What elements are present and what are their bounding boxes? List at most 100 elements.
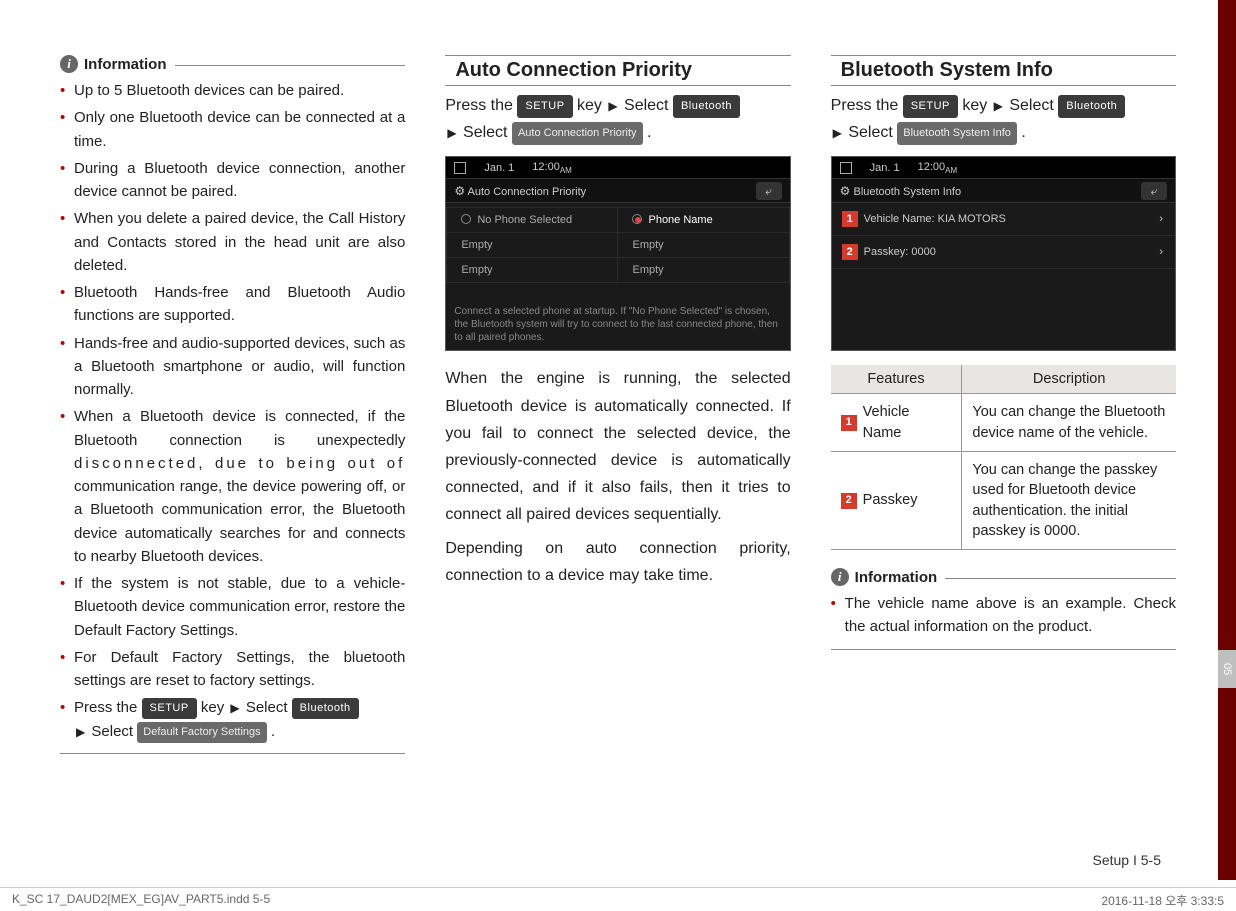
text-segment: Select	[246, 699, 292, 716]
divider-line	[175, 65, 406, 66]
default-factory-menu: Default Factory Settings	[137, 722, 266, 743]
text-segment: .	[271, 723, 275, 740]
status-date: Jan. 1	[870, 162, 900, 174]
text-segment: Select	[91, 723, 137, 740]
status-time: 12:00AM	[532, 161, 572, 175]
screen-titlebar: ⚙ Auto Connection Priority ⤶	[446, 179, 789, 203]
text-segment: Select	[1009, 97, 1058, 114]
home-icon	[840, 162, 852, 174]
option-empty: Empty	[618, 258, 789, 283]
feature-label: Vehicle Name	[863, 402, 952, 443]
feature-description: You can change the Bluetooth device name…	[962, 394, 1176, 452]
info-icon: i	[831, 568, 849, 586]
auto-connection-menu: Auto Connection Priority	[512, 122, 643, 145]
text-segment: Press the	[831, 97, 903, 114]
callout-badge-1: 1	[841, 415, 857, 431]
radio-icon	[461, 214, 471, 224]
body-paragraph: Depending on auto connection priority, c…	[445, 535, 790, 589]
back-icon: ⤶	[1141, 182, 1167, 200]
text-segment: Select	[624, 97, 673, 114]
option-phone-name: Phone Name	[618, 208, 789, 233]
table-header-features: Features	[831, 365, 962, 394]
section-title: Bluetooth System Info	[831, 55, 1176, 86]
list-item: When you delete a paired device, the Cal…	[60, 207, 405, 277]
page-content: i Information Up to 5 Bluetooth devices …	[0, 0, 1236, 754]
divider-line	[945, 578, 1176, 579]
screen-titlebar: ⚙ Bluetooth System Info ⤶	[832, 179, 1175, 203]
text-segment: key	[201, 699, 229, 716]
vehicle-name-row: 1 Vehicle Name: KIA MOTORS ›	[832, 203, 1175, 236]
bluetooth-menu: Bluetooth	[292, 698, 359, 719]
feature-passkey: 2 Passkey	[841, 490, 952, 510]
list-item: If the system is not stable, due to a ve…	[60, 572, 405, 642]
gear-icon: ⚙	[454, 184, 465, 198]
feature-vehicle-name: 1 Vehicle Name	[841, 402, 952, 443]
list-item: The vehicle name above is an example. Ch…	[831, 592, 1176, 639]
print-timestamp: 2016-11-18 오후 3:33:5	[1101, 892, 1224, 907]
info-icon: i	[60, 55, 78, 73]
chevron-right-icon: ›	[1159, 213, 1163, 225]
status-time: 12:00AM	[918, 161, 958, 175]
bluetooth-menu: Bluetooth	[673, 95, 740, 118]
arrow-icon: ▶	[230, 699, 239, 718]
callout-badge-2: 2	[841, 493, 857, 509]
screen-title: ⚙ Auto Connection Priority	[454, 184, 586, 198]
arrow-icon: ▶	[608, 96, 617, 116]
features-table: Features Description 1Vehicle Name You c…	[831, 365, 1176, 550]
screen-hint: Connect a selected phone at startup. If …	[454, 305, 781, 344]
table-row: 2 Passkey You can change the passkey used…	[831, 451, 1176, 549]
text-segment: Select	[463, 124, 512, 141]
bluetooth-menu: Bluetooth	[1058, 95, 1125, 118]
source-file: K_SC 17_DAUD2[MEX_EG]AV_PART5.indd 5-5	[12, 892, 270, 907]
instruction-line: Press the SETUP key ▶ Select Bluetooth ▶…	[445, 92, 790, 146]
option-empty: Empty	[447, 233, 618, 258]
list-item: Press the SETUP key ▶ Select Bluetooth ▶…	[60, 696, 405, 743]
statusbar: Jan. 1 12:00AM	[832, 157, 1175, 179]
column-bluetooth-info: Bluetooth System Info Press the SETUP ke…	[831, 55, 1176, 754]
home-icon	[454, 162, 466, 174]
passkey-row: 2Passkey: 0000 ›	[832, 236, 1175, 269]
instruction-line: Press the SETUP key ▶ Select Bluetooth ▶…	[831, 92, 1176, 146]
row-label: Vehicle Name: KIA MOTORS	[864, 213, 1006, 225]
column-information: i Information Up to 5 Bluetooth devices …	[60, 55, 405, 754]
chapter-tab-label: 05	[1218, 650, 1236, 688]
text-segment: When a Bluetooth device is connected, if…	[74, 408, 405, 565]
divider-line	[60, 753, 405, 754]
chevron-right-icon: ›	[1159, 246, 1163, 258]
setup-key: SETUP	[903, 95, 958, 118]
information-header: i Information	[60, 55, 405, 73]
option-no-phone: No Phone Selected	[447, 208, 618, 233]
gear-icon: ⚙	[840, 184, 851, 198]
statusbar: Jan. 1 12:00AM	[446, 157, 789, 179]
row-label: Passkey: 0000	[864, 246, 936, 258]
document-footer: K_SC 17_DAUD2[MEX_EG]AV_PART5.indd 5-5 2…	[0, 887, 1236, 911]
text-segment: .	[1021, 124, 1025, 141]
callout-badge-1: 1	[842, 211, 858, 227]
divider-line	[831, 649, 1176, 650]
option-empty: Empty	[447, 258, 618, 283]
radio-icon	[632, 214, 642, 224]
text-segment: Select	[848, 124, 897, 141]
feature-description: You can change the passkey used for Blue…	[962, 451, 1176, 549]
list-item: Bluetooth Hands-free and Bluetooth Audio…	[60, 281, 405, 328]
text-segment: key	[577, 97, 606, 114]
back-icon: ⤶	[756, 182, 782, 200]
table-row: 1 Vehicle Name You can change the Bluetoo…	[831, 394, 1176, 452]
body-paragraph: When the engine is running, the selected…	[445, 365, 790, 528]
text-segment: .	[647, 124, 651, 141]
screenshot-auto-connection: Jan. 1 12:00AM ⚙ Auto Connection Priorit…	[445, 156, 790, 351]
information-label: Information	[84, 56, 167, 73]
screenshot-bluetooth-info: Jan. 1 12:00AM ⚙ Bluetooth System Info ⤶…	[831, 156, 1176, 351]
text-segment: Press the	[74, 699, 142, 716]
option-empty: Empty	[618, 233, 789, 258]
status-date: Jan. 1	[484, 162, 514, 174]
column-auto-connection: Auto Connection Priority Press the SETUP…	[445, 55, 790, 754]
bluetooth-system-info-menu: Bluetooth System Info	[897, 122, 1017, 145]
list-item: Hands-free and audio-supported devices, …	[60, 332, 405, 402]
feature-label: Passkey	[863, 490, 918, 510]
setup-key: SETUP	[517, 95, 572, 118]
arrow-icon: ▶	[76, 723, 85, 742]
information-list: Up to 5 Bluetooth devices can be paired.…	[60, 79, 405, 743]
page-number: Setup I 5-5	[1093, 852, 1162, 868]
screen-title: ⚙ Bluetooth System Info	[840, 184, 961, 198]
